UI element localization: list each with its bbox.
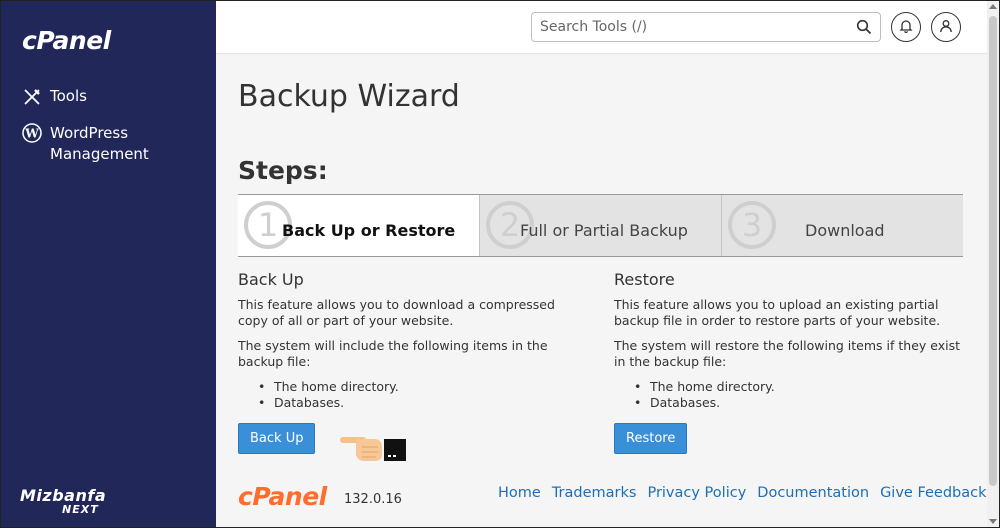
step-full-or-partial-backup[interactable]: 2 Full or Partial Backup <box>479 195 721 256</box>
page-title: Backup Wizard <box>238 79 460 114</box>
step-number-badge: 3 <box>728 201 776 249</box>
steps-heading: Steps: <box>238 156 328 185</box>
notifications-button[interactable] <box>891 12 921 42</box>
mizbanfa-logo: Mizbanfa NEXT <box>20 486 106 516</box>
search-icon[interactable] <box>856 19 872 35</box>
step-label: Back Up or Restore <box>282 221 456 240</box>
sidebar-item-wordpress-management[interactable]: W WordPress Management <box>22 123 160 165</box>
sidebar: cPanel Tools W WordPress Management Mizb… <box>0 0 216 528</box>
footer-links: Home Trademarks Privacy Policy Documenta… <box>498 485 987 501</box>
tools-icon <box>22 87 42 107</box>
scrollbar-thumb[interactable] <box>989 16 997 486</box>
footer-link-home[interactable]: Home <box>498 485 541 501</box>
step-label: Full or Partial Backup <box>520 221 688 240</box>
restore-items-intro: The system will restore the following it… <box>614 338 961 369</box>
restore-section: Restore This feature allows you to uploa… <box>614 272 964 454</box>
sidebar-item-tools[interactable]: Tools <box>22 87 87 107</box>
backup-items-intro: The system will include the following it… <box>238 338 548 369</box>
footer-cpanel-logo: cPanel <box>238 482 327 511</box>
footer-link-give-feedback[interactable]: Give Feedback <box>880 485 986 501</box>
scroll-down-arrow-icon[interactable] <box>989 519 997 524</box>
sidebar-item-label: Tools <box>50 87 87 105</box>
footer-link-documentation[interactable]: Documentation <box>757 485 869 501</box>
user-icon <box>939 18 953 37</box>
search-box <box>531 12 881 42</box>
main-content: Backup Wizard Steps: 1 Back Up or Restor… <box>216 55 1000 528</box>
top-bar <box>216 0 1000 54</box>
version-label: 132.0.16 <box>344 492 402 507</box>
restore-description: This feature allows you to upload an exi… <box>614 297 941 328</box>
step-label: Download <box>805 221 885 240</box>
backup-heading: Back Up <box>238 270 304 289</box>
cpanel-logo[interactable]: cPanel <box>22 26 111 55</box>
step-backup-or-restore[interactable]: 1 Back Up or Restore <box>238 195 479 256</box>
list-item: The home directory. <box>258 379 588 395</box>
scroll-up-arrow-icon[interactable] <box>989 4 997 9</box>
backup-button[interactable]: Back Up <box>238 423 316 454</box>
wordpress-icon: W <box>22 123 42 143</box>
list-item: The home directory. <box>634 379 964 395</box>
restore-items-list: The home directory. Databases. <box>634 379 964 411</box>
list-item: Databases. <box>258 395 588 411</box>
pointing-hand-icon <box>338 427 410 467</box>
user-menu-button[interactable] <box>931 12 961 42</box>
backup-items-list: The home directory. Databases. <box>258 379 588 411</box>
restore-heading: Restore <box>614 270 675 289</box>
steps-bar: 1 Back Up or Restore 2 Full or Partial B… <box>238 194 963 257</box>
search-input[interactable] <box>532 13 842 41</box>
backup-description: This feature allows you to download a co… <box>238 297 555 328</box>
restore-button[interactable]: Restore <box>614 423 688 454</box>
list-item: Databases. <box>634 395 964 411</box>
bell-icon <box>899 18 913 37</box>
svg-text:W: W <box>24 127 39 141</box>
backup-section: Back Up This feature allows you to downl… <box>238 270 588 461</box>
step-download[interactable]: 3 Download <box>721 195 963 256</box>
vertical-scrollbar[interactable] <box>987 0 999 528</box>
footer-link-privacy-policy[interactable]: Privacy Policy <box>647 485 746 501</box>
sidebar-item-label: WordPress Management <box>50 124 149 163</box>
footer-link-trademarks[interactable]: Trademarks <box>552 485 637 501</box>
